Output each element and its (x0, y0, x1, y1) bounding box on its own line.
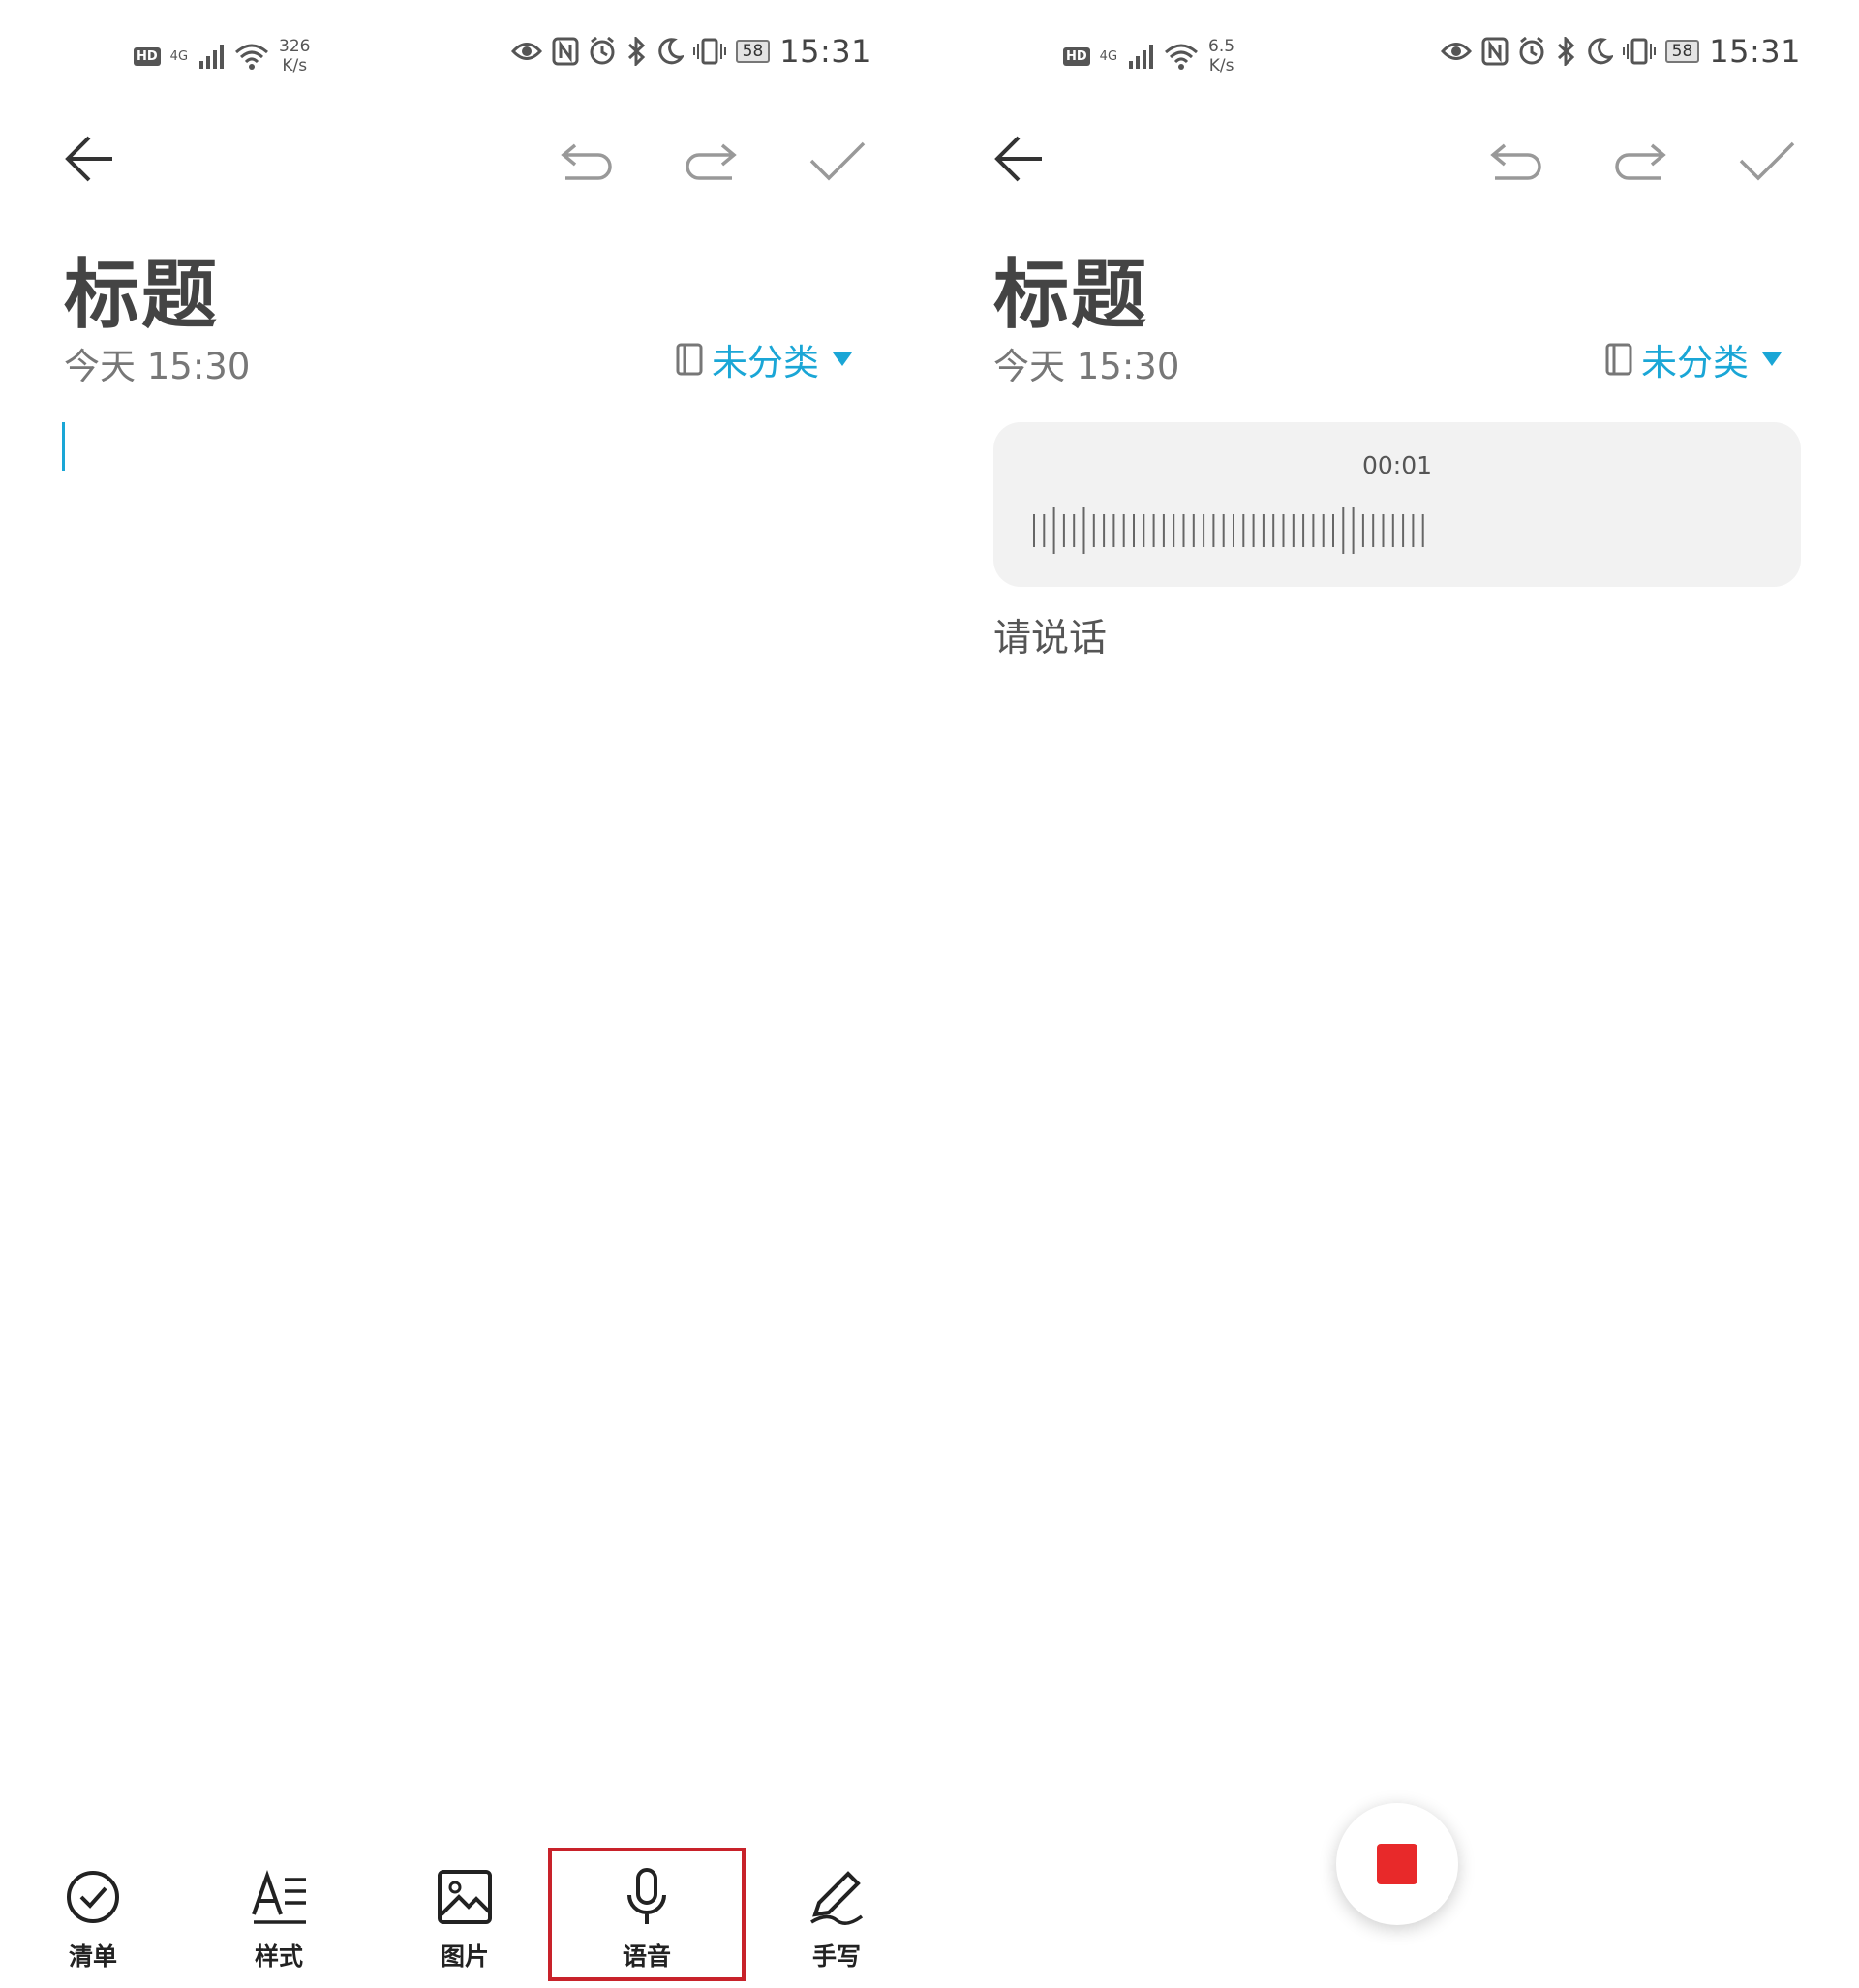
notebook-icon (1605, 343, 1632, 376)
voice-recording-screen: HD 4G 6.5 K/s 58 15:31 标题 今天 15:30 未分类 00… (930, 0, 1801, 1988)
back-arrow-icon[interactable] (64, 132, 118, 186)
tool-handwriting[interactable]: 手写 (778, 1854, 895, 1988)
alarm-icon (1519, 37, 1544, 65)
status-left: HD 4G 6.5 K/s (1063, 37, 1234, 76)
clock: 15:31 (779, 33, 871, 70)
back-arrow-icon[interactable] (993, 132, 1048, 186)
vibrate-icon (1622, 38, 1656, 65)
redo-icon[interactable] (1613, 139, 1667, 182)
bluetooth-icon (627, 37, 645, 66)
chevron-down-icon (1762, 352, 1782, 366)
tool-label: 图片 (440, 1942, 489, 1971)
chevron-down-icon (833, 352, 852, 366)
checklist-icon (67, 1871, 119, 1923)
note-editor-screen: HD 4G 326 K/s 58 15:31 标题 今天 15:30 未分类 清… (0, 0, 871, 1988)
status-bar: HD 4G 326 K/s 58 15:31 (0, 29, 871, 77)
text-style-icon (252, 1869, 306, 1924)
notebook-icon (676, 343, 703, 376)
signal-icon (199, 45, 225, 69)
net-speed-unit: K/s (282, 56, 308, 76)
tool-label: 清单 (68, 1942, 117, 1971)
network-type: 4G (1099, 48, 1118, 64)
battery-level: 58 (735, 40, 771, 63)
moon-icon (657, 38, 684, 65)
undo-icon[interactable] (1489, 139, 1543, 182)
moon-icon (1587, 38, 1613, 65)
nfc-icon (1481, 37, 1509, 66)
note-date: 今天 15:30 (993, 346, 1180, 387)
wifi-icon (1165, 44, 1199, 70)
category-selector[interactable]: 未分类 (675, 333, 852, 385)
status-right: 58 15:31 (1440, 33, 1801, 70)
vibrate-icon (692, 38, 726, 65)
recording-timer: 00:01 (1361, 451, 1433, 479)
net-speed: 6.5 K/s (1208, 37, 1234, 76)
text-cursor[interactable] (62, 422, 65, 471)
category-selector[interactable]: 未分类 (1604, 333, 1782, 385)
battery-level: 58 (1664, 40, 1700, 63)
category-label: 未分类 (712, 342, 819, 383)
tool-label: 样式 (254, 1942, 303, 1971)
waveform (1033, 507, 1424, 554)
signal-icon (1129, 45, 1154, 69)
note-date: 今天 15:30 (64, 346, 251, 387)
status-bar: HD 4G 6.5 K/s 58 15:31 (930, 29, 1801, 77)
net-speed-value: 326 (279, 37, 311, 56)
hd-badge: HD (134, 46, 161, 66)
category-label: 未分类 (1641, 342, 1749, 383)
speak-prompt: 请说话 (993, 617, 1108, 660)
note-title[interactable]: 标题 (64, 234, 219, 343)
wifi-icon (235, 44, 269, 70)
hd-badge: HD (1063, 46, 1090, 66)
tool-style[interactable]: 样式 (221, 1854, 337, 1988)
undo-icon[interactable] (560, 139, 614, 182)
voice-tool-highlight (548, 1848, 746, 1981)
redo-icon[interactable] (684, 139, 738, 182)
tool-label: 手写 (811, 1942, 861, 1971)
net-speed-unit: K/s (1208, 56, 1234, 76)
nfc-icon (552, 37, 579, 66)
eye-icon (1440, 43, 1472, 60)
stop-recording-button[interactable] (1336, 1803, 1458, 1925)
eye-icon (510, 43, 542, 60)
network-type: 4G (169, 48, 189, 64)
tool-checklist[interactable]: 清单 (35, 1854, 151, 1988)
confirm-check-icon[interactable] (808, 139, 868, 182)
note-title[interactable]: 标题 (993, 234, 1148, 343)
recording-panel: 00:01 (993, 422, 1801, 587)
clock: 15:31 (1709, 33, 1801, 70)
confirm-check-icon[interactable] (1737, 139, 1797, 182)
tool-image[interactable]: 图片 (407, 1854, 523, 1988)
bluetooth-icon (1557, 37, 1574, 66)
net-speed: 326 K/s (279, 37, 310, 76)
stop-icon (1377, 1844, 1417, 1884)
image-icon (438, 1870, 492, 1924)
pen-icon (810, 1871, 864, 1925)
status-right: 58 15:31 (510, 33, 871, 70)
net-speed-value: 6.5 (1208, 37, 1235, 56)
alarm-icon (590, 37, 615, 65)
status-left: HD 4G 326 K/s (134, 37, 310, 76)
